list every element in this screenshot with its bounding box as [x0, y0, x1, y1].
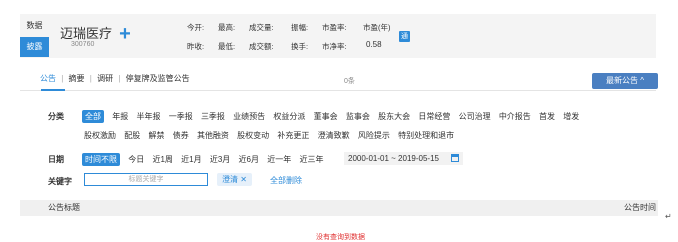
label-high: 最高:	[218, 23, 236, 32]
label-pb: 市净率:	[322, 42, 347, 51]
subnav-separator: |	[61, 74, 64, 83]
clear-all-link[interactable]: 全部删除	[270, 175, 302, 186]
latest-announcement-button[interactable]: 最新公告 ^	[592, 73, 658, 89]
date-option[interactable]: 时间不限	[82, 153, 120, 166]
category-chip[interactable]: 一季报	[169, 111, 193, 122]
result-count: 0条	[344, 78, 355, 85]
category-chip[interactable]: 首发	[539, 111, 555, 122]
category-chip[interactable]: 股东大会	[378, 111, 410, 122]
active-tab-indicator	[41, 89, 65, 91]
subnav-separator: |	[118, 74, 121, 83]
sub-nav: 公告 | 摘要 | 调研 | 停复牌及监管公告	[40, 73, 193, 84]
col-time: 公告时间	[624, 203, 656, 212]
category-chip[interactable]: 公司治理	[459, 111, 491, 122]
table-header: 公告标题 公告时间	[20, 200, 658, 216]
label-open: 今开:	[187, 23, 205, 32]
return-mark: ↵	[665, 212, 672, 221]
date-option[interactable]: 近三年	[299, 154, 323, 165]
pb-value: 0.58	[366, 40, 382, 49]
category-chip[interactable]: 增发	[563, 111, 579, 122]
calendar-icon[interactable]	[451, 154, 459, 162]
category-chip[interactable]: 日常经营	[418, 111, 450, 122]
category-chip[interactable]: 三季报	[201, 111, 225, 122]
clear-keyword-button[interactable]: 澄清 ✕	[217, 173, 252, 186]
date-option[interactable]: 近3月	[210, 154, 230, 165]
label-turnover: 换手:	[291, 42, 309, 51]
stock-code: 300760	[71, 41, 95, 48]
category-chip[interactable]: 业绩预告	[233, 111, 265, 122]
stock-name: 迈瑞医疗	[60, 26, 113, 41]
label-pe: 市盈率:	[322, 23, 347, 32]
category-chip[interactable]: 其他融资	[197, 130, 229, 141]
category-chip[interactable]: 配股	[124, 130, 140, 141]
category-chip[interactable]: 澄清致歉	[318, 130, 350, 141]
category-row-2: 股权激励 配股 解禁 债券 其他融资 股权变动 补充更正 澄清致歉 风险提示 特…	[84, 130, 460, 141]
date-option[interactable]: 今日	[128, 154, 144, 165]
category-chip[interactable]: 监事会	[346, 111, 370, 122]
category-chip[interactable]: 股权变动	[237, 130, 269, 141]
date-option[interactable]: 近1月	[181, 154, 201, 165]
tab-suspension[interactable]: 停复牌及监管公告	[126, 74, 190, 83]
label-amount: 成交额:	[249, 42, 274, 51]
label-low: 最低:	[218, 42, 236, 51]
category-chip[interactable]: 半年报	[136, 111, 160, 122]
tab-research[interactable]: 调研	[97, 74, 113, 83]
tab-announcements[interactable]: 公告	[40, 74, 56, 83]
tab-summary[interactable]: 摘要	[69, 74, 85, 83]
date-label: 日期	[48, 155, 64, 164]
label-amplitude: 振幅:	[291, 23, 309, 32]
date-option[interactable]: 近6月	[239, 154, 259, 165]
category-chip[interactable]: 中介报告	[499, 111, 531, 122]
date-options: 时间不限 今日 近1周 近1月 近3月 近6月 近一年 近三年	[82, 153, 329, 166]
category-chip[interactable]: 补充更正	[277, 130, 309, 141]
category-chip[interactable]: 解禁	[148, 130, 164, 141]
tong-badge[interactable]: 通	[399, 31, 410, 42]
label-prev-close: 昨收:	[187, 42, 205, 51]
tab-data[interactable]: 数据	[20, 16, 49, 36]
category-chip[interactable]: 股权激励	[84, 130, 116, 141]
subnav-separator: |	[89, 74, 92, 83]
col-title: 公告标题	[48, 203, 80, 212]
label-volume: 成交量:	[249, 23, 274, 32]
category-chip[interactable]: 董事会	[314, 111, 338, 122]
keyword-input[interactable]: 标题关键字	[84, 173, 208, 186]
tab-announce[interactable]: 披露	[20, 37, 49, 57]
category-row-1: 全部 年报 半年报 一季报 三季报 业绩预告 权益分派 董事会 监事会 股东大会…	[82, 110, 585, 123]
date-option[interactable]: 近一年	[267, 154, 291, 165]
subnav-divider	[20, 90, 656, 91]
category-chip[interactable]: 风险提示	[358, 130, 390, 141]
category-chip[interactable]: 年报	[112, 111, 128, 122]
no-data-text: 没有查询到数据	[316, 234, 365, 241]
category-chip[interactable]: 债券	[173, 130, 189, 141]
category-chip[interactable]: 全部	[82, 110, 104, 123]
category-chip[interactable]: 特别处理和退市	[398, 130, 454, 141]
label-pe-ttm: 市盈(年)	[363, 23, 391, 32]
category-chip[interactable]: 权益分派	[273, 111, 305, 122]
date-range-input[interactable]: 2000-01-01 ~ 2019-05-15	[344, 152, 463, 165]
category-label: 分类	[48, 112, 64, 121]
add-watchlist-button[interactable]: +	[117, 24, 133, 44]
stock-header: 数据 披露 迈瑞医疗 300760 + 今开: 最高: 成交量: 振幅: 市盈率…	[20, 14, 656, 58]
date-option[interactable]: 近1周	[152, 154, 172, 165]
keyword-label: 关键字	[48, 177, 72, 186]
